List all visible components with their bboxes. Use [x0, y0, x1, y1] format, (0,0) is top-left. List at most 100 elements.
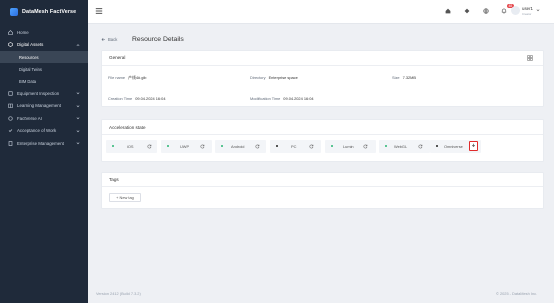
- user-role: Creator: [522, 11, 532, 16]
- refresh-icon[interactable]: [147, 144, 152, 149]
- creation-time-label: Creation Time: [108, 95, 133, 101]
- user-name[interactable]: user1: [522, 6, 533, 11]
- sidebar-item-label: Digital Assets: [17, 42, 44, 48]
- download-icon: [472, 144, 475, 148]
- grid-icon[interactable]: [527, 55, 533, 61]
- sidebar-item-digital-assets[interactable]: Digital Assets: [0, 39, 88, 52]
- sidebar-item-factverse-ai[interactable]: FactVerse AI: [0, 112, 88, 125]
- sidebar: DataMesh FactVerse Home Digital Assets R…: [0, 0, 88, 303]
- sidebar-item-label: Digital Twins: [19, 66, 42, 72]
- sidebar-item-home[interactable]: Home: [0, 26, 88, 39]
- directory-label: Directory: [250, 74, 266, 80]
- status-dot: [331, 144, 334, 148]
- modification-time-value: 09.04.2024 16:04: [283, 95, 314, 101]
- download-button[interactable]: [469, 141, 478, 151]
- chevron-down-icon: [76, 116, 80, 120]
- chevron-down-icon[interactable]: [536, 8, 540, 12]
- topbar: 48 user1 Creator: [88, 0, 554, 24]
- app-logo[interactable]: DataMesh FactVerse: [0, 0, 88, 24]
- version-text: Version 2412 (Build 7.3.2): [96, 291, 141, 296]
- sidebar-item-enterprise-management[interactable]: Enterprise Management: [0, 137, 88, 150]
- creation-time-value: 09.04.2024 16:04: [135, 95, 166, 101]
- refresh-icon[interactable]: [200, 144, 205, 149]
- size-field: Size 7.32MB: [392, 75, 416, 80]
- sidebar-item-digital-twins[interactable]: Digital Twins: [0, 63, 88, 75]
- modification-time-field: Modification Time 09.04.2024 16:04: [250, 96, 314, 101]
- diamond-icon[interactable]: [464, 8, 470, 14]
- divider: [102, 65, 543, 66]
- platform-name: Lumin: [343, 143, 354, 149]
- sidebar-item-label: Learning Management: [17, 103, 61, 109]
- sidebar-item-equipment-inspection[interactable]: Equipment Inspection: [0, 87, 88, 100]
- back-button[interactable]: Back: [101, 37, 117, 42]
- refresh-icon[interactable]: [255, 144, 260, 149]
- chevron-down-icon: [76, 129, 80, 133]
- status-dot: [221, 144, 224, 148]
- chevron-down-icon: [76, 91, 80, 95]
- platform-name: WebGL: [394, 143, 408, 149]
- directory-value: Enterprise space: [268, 74, 298, 80]
- divider: [102, 186, 543, 187]
- sidebar-item-label: Enterprise Management: [17, 140, 64, 146]
- new-tag-button[interactable]: + New tag: [109, 192, 141, 202]
- sidebar-item-label: Resources: [19, 54, 39, 60]
- divider: [102, 134, 543, 135]
- tags-title: Tags: [109, 177, 119, 182]
- globe-icon[interactable]: [483, 8, 489, 14]
- sidebar-item-label: BIM Data: [19, 78, 37, 84]
- cube-icon: [8, 42, 13, 48]
- sidebar-item-label: Home: [17, 29, 29, 35]
- page-title: Resource Details: [132, 35, 184, 43]
- creation-time-field: Creation Time 09.04.2024 16:04: [108, 96, 166, 101]
- checklist-icon: [8, 128, 13, 133]
- file-name-field: File name 产线4#.glb: [108, 75, 146, 81]
- sidebar-item-label: FactVerse AI: [17, 115, 42, 121]
- avatar[interactable]: [511, 6, 520, 15]
- platform-uwp: UWP: [161, 139, 212, 153]
- copyright-text: © 2025 - DataMesh Inc.: [496, 291, 538, 296]
- refresh-icon[interactable]: [309, 144, 314, 149]
- bell-icon[interactable]: [501, 8, 507, 14]
- home-icon: [8, 29, 13, 35]
- menu-toggle-icon[interactable]: [95, 7, 103, 15]
- file-name-label: File name: [108, 74, 126, 80]
- general-card: General File name 产线4#.glb Directory Enter…: [101, 50, 544, 107]
- sidebar-item-resources[interactable]: Resources: [0, 51, 88, 63]
- inspection-icon: [8, 91, 13, 96]
- acceleration-title: Acceleration state: [109, 125, 146, 130]
- platform-name: iOS: [127, 143, 134, 149]
- home-icon[interactable]: [445, 8, 451, 14]
- ai-icon: [8, 116, 13, 121]
- size-value: 7.32MB: [402, 74, 416, 80]
- platform-name: UWP: [180, 143, 190, 149]
- platform-android: Android: [215, 139, 266, 153]
- status-dot: [276, 144, 279, 148]
- general-title: General: [109, 55, 126, 60]
- status-dot: [436, 144, 439, 148]
- back-label: Back: [108, 37, 118, 42]
- sidebar-item-learning-management[interactable]: Learning Management: [0, 100, 88, 113]
- building-icon: [8, 140, 13, 146]
- platform-webgl: WebGL: [379, 139, 430, 153]
- sidebar-item-bim-data[interactable]: BIM Data: [0, 75, 88, 87]
- modification-time-label: Modification Time: [250, 95, 281, 101]
- file-name-value: 产线4#.glb: [128, 74, 147, 80]
- platform-name: Android: [231, 143, 245, 149]
- status-dot: [385, 144, 388, 148]
- platform-name: Omniverse: [444, 143, 463, 149]
- logo-icon: [10, 8, 18, 16]
- book-icon: [8, 103, 13, 109]
- refresh-icon[interactable]: [418, 144, 423, 149]
- sidebar-item-label: Equipment Inspection: [17, 90, 60, 96]
- sidebar-item-label: Acceptance of Work: [17, 128, 57, 134]
- tags-card: Tags: [101, 172, 544, 209]
- platform-ios: iOS: [106, 139, 157, 153]
- status-dot: [112, 144, 115, 148]
- chevron-down-icon: [76, 141, 80, 145]
- refresh-icon[interactable]: [363, 144, 368, 149]
- app-name: DataMesh FactVerse: [22, 9, 77, 15]
- arrow-left-icon: [101, 38, 105, 41]
- sidebar-item-acceptance-of-work[interactable]: Acceptance of Work: [0, 125, 88, 138]
- platform-lumin: Lumin: [325, 139, 376, 153]
- status-dot: [167, 144, 170, 148]
